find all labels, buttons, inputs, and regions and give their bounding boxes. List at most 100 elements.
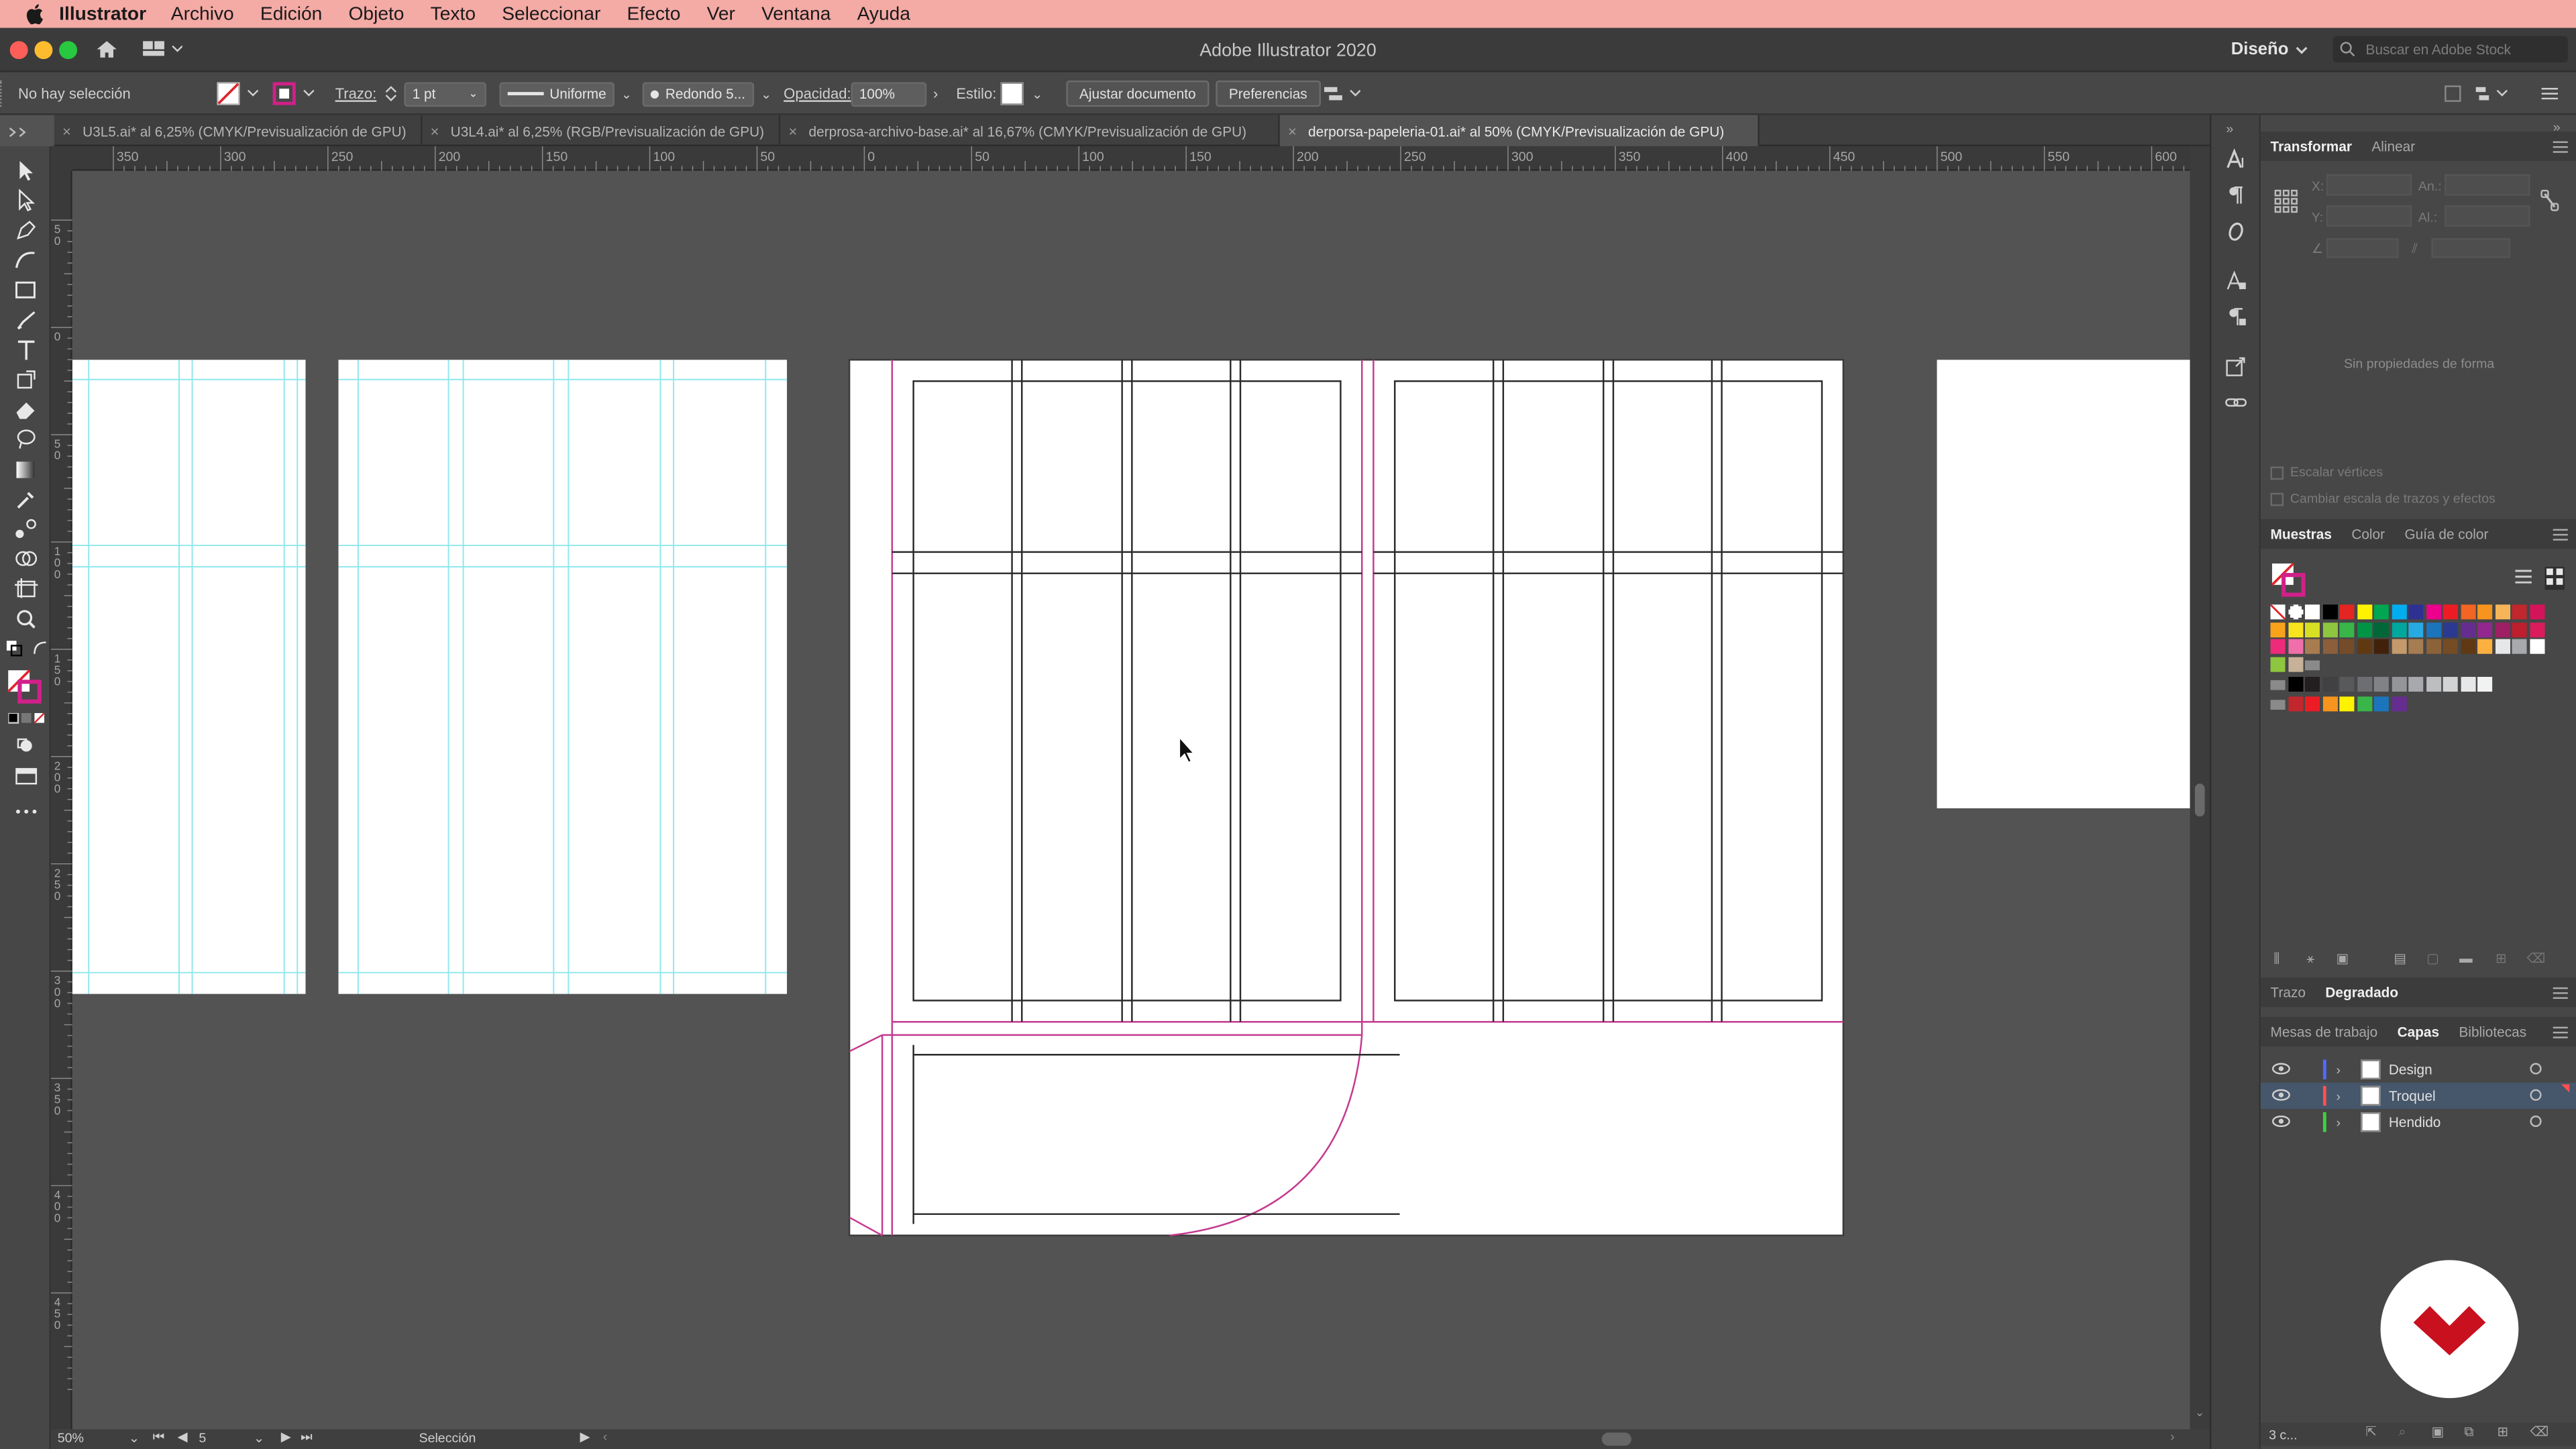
color-swatch[interactable]: [2304, 676, 2320, 692]
color-swatch[interactable]: [2270, 700, 2286, 710]
tab-guia-de-color[interactable]: Guía de color: [2395, 526, 2498, 542]
pen-tool-icon[interactable]: [13, 219, 40, 241]
color-swatch[interactable]: [2357, 676, 2372, 692]
stroke-label[interactable]: Trazo:: [335, 72, 377, 115]
tab-capas[interactable]: Capas: [2387, 1024, 2449, 1040]
color-swatch[interactable]: [2288, 604, 2303, 620]
layer-name[interactable]: Troquel: [2389, 1087, 2436, 1104]
zoom-field[interactable]: 50% ⌄: [58, 1431, 140, 1447]
color-swatch[interactable]: [2529, 604, 2544, 620]
color-swatch[interactable]: [2288, 621, 2303, 637]
color-swatch[interactable]: [2322, 604, 2337, 620]
status-menu-icon[interactable]: ▶: [580, 1430, 590, 1444]
checkbox[interactable]: [2270, 466, 2284, 479]
vertical-ruler[interactable]: 50050100150200250300350400450: [50, 170, 72, 1430]
rotate-field[interactable]: [2326, 238, 2399, 258]
tab-degradado[interactable]: Degradado: [2316, 984, 2408, 1000]
stroke-swatch[interactable]: [272, 72, 317, 115]
checkbox[interactable]: [2270, 492, 2284, 506]
character-panel-icon[interactable]: [2224, 148, 2247, 174]
color-swatch[interactable]: [2304, 621, 2320, 637]
fill-stroke-icon[interactable]: [7, 669, 43, 705]
color-swatch[interactable]: [2288, 696, 2303, 712]
tab-derprosa-archivo-base[interactable]: × derprosa-archivo-base.ai* al 16,67% (CM…: [780, 115, 1280, 146]
color-swatch[interactable]: [2443, 639, 2458, 654]
color-swatch[interactable]: [2373, 639, 2389, 654]
scroll-thumb[interactable]: [2194, 784, 2205, 817]
color-swatch[interactable]: [2339, 639, 2355, 654]
control-bar-grip[interactable]: [0, 80, 5, 107]
y-field[interactable]: [2326, 205, 2412, 227]
expand-arrow-icon[interactable]: ›: [2336, 1115, 2341, 1130]
direct-selection-tool-icon[interactable]: [13, 189, 40, 212]
fill-swatch[interactable]: [217, 72, 261, 115]
menu-ver[interactable]: Ver: [707, 4, 735, 23]
new-layer-icon[interactable]: ⊞: [2497, 1424, 2508, 1439]
color-swatch[interactable]: [2270, 657, 2286, 672]
color-swatch[interactable]: [2408, 604, 2424, 620]
color-swatch[interactable]: [2270, 639, 2286, 654]
tab-u3l4[interactable]: × U3L4.ai* al 6,25% (RGB/Previsualización…: [422, 115, 781, 146]
color-swatch[interactable]: [2408, 639, 2424, 654]
paragraph-styles-icon[interactable]: [2224, 306, 2247, 332]
color-swatch[interactable]: [2460, 604, 2475, 620]
menu-edicion[interactable]: Edición: [260, 4, 322, 23]
color-swatch[interactable]: [2357, 604, 2372, 620]
color-mode-icons[interactable]: [7, 712, 45, 736]
tab-u3l5[interactable]: × U3L5.ai* al 6,25% (CMYK/Previsualizació…: [54, 115, 423, 146]
horizontal-scroll-thumb[interactable]: [1601, 1432, 1631, 1446]
color-swatch[interactable]: [2322, 639, 2337, 654]
delete-swatch-icon[interactable]: ⌫: [2527, 951, 2546, 966]
color-swatch[interactable]: [2443, 676, 2458, 692]
color-swatch[interactable]: [2322, 621, 2337, 637]
color-swatch[interactable]: [2494, 621, 2510, 637]
tab-alinear[interactable]: Alinear: [2362, 138, 2425, 154]
menu-app[interactable]: Illustrator: [59, 4, 146, 23]
color-swatch[interactable]: [2270, 604, 2286, 620]
previous-artboard-icon[interactable]: ◀: [177, 1430, 187, 1444]
scroll-down-icon[interactable]: ⌄: [2195, 1406, 2204, 1419]
visibility-eye-icon[interactable]: [2271, 1114, 2290, 1130]
tab-trazo[interactable]: Trazo: [2261, 984, 2316, 1000]
color-swatch[interactable]: [2460, 676, 2475, 692]
horizontal-ruler[interactable]: 350 300 250 200 150 100 50 0 50 100 150 200 250 300 35…: [54, 146, 2190, 171]
layer-name[interactable]: Hendido: [2389, 1114, 2441, 1130]
stroke-weight-field[interactable]: 1 pt ⌄: [404, 72, 486, 115]
color-swatch[interactable]: [2391, 676, 2406, 692]
last-artboard-icon[interactable]: ⏭: [301, 1430, 313, 1446]
color-swatch[interactable]: [2288, 676, 2303, 692]
color-swatch[interactable]: [2443, 604, 2458, 620]
tab-color[interactable]: Color: [2342, 526, 2395, 542]
character-styles-icon[interactable]: [2224, 270, 2247, 296]
close-tab-icon[interactable]: ×: [431, 122, 439, 138]
color-swatch[interactable]: [2460, 639, 2475, 654]
color-swatch[interactable]: [2391, 604, 2406, 620]
close-tab-icon[interactable]: ×: [62, 122, 71, 138]
target-icon[interactable]: [2530, 1115, 2542, 1128]
eyedropper-tool-icon[interactable]: [13, 488, 40, 511]
scroll-right-icon[interactable]: ›: [2170, 1430, 2175, 1444]
color-swatch[interactable]: [2512, 639, 2527, 654]
variable-width-profile[interactable]: Uniforme ⌄: [499, 72, 632, 115]
chevron-right-icon[interactable]: ›: [933, 85, 938, 101]
ruler-origin[interactable]: [50, 146, 72, 171]
color-swatch[interactable]: [2304, 604, 2320, 620]
opacity-field[interactable]: 100% ›: [851, 72, 938, 115]
vertical-scrollbar[interactable]: ⌄: [2190, 146, 2210, 1430]
panel-menu-icon[interactable]: [2553, 987, 2568, 999]
panel-menu-icon[interactable]: [2553, 141, 2568, 153]
color-swatch[interactable]: [2512, 604, 2527, 620]
swatch-options-icon[interactable]: ▣: [2336, 951, 2349, 966]
swatch-libraries-icon[interactable]: ⫼: [2273, 951, 2279, 967]
eraser-tool-icon[interactable]: [13, 398, 40, 421]
artboard-tool-icon[interactable]: [13, 577, 40, 600]
expand-arrow-icon[interactable]: ›: [2336, 1062, 2341, 1077]
color-swatch[interactable]: [2322, 696, 2337, 712]
list-view-icon[interactable]: [2515, 568, 2532, 588]
color-swatch[interactable]: [2494, 639, 2510, 654]
color-swatch[interactable]: [2339, 604, 2355, 620]
panel-menu-icon[interactable]: [2553, 1026, 2568, 1038]
color-swatch[interactable]: [2339, 621, 2355, 637]
color-swatch[interactable]: [2270, 680, 2286, 690]
show-kinds-icon[interactable]: ⚹: [2306, 951, 2314, 967]
